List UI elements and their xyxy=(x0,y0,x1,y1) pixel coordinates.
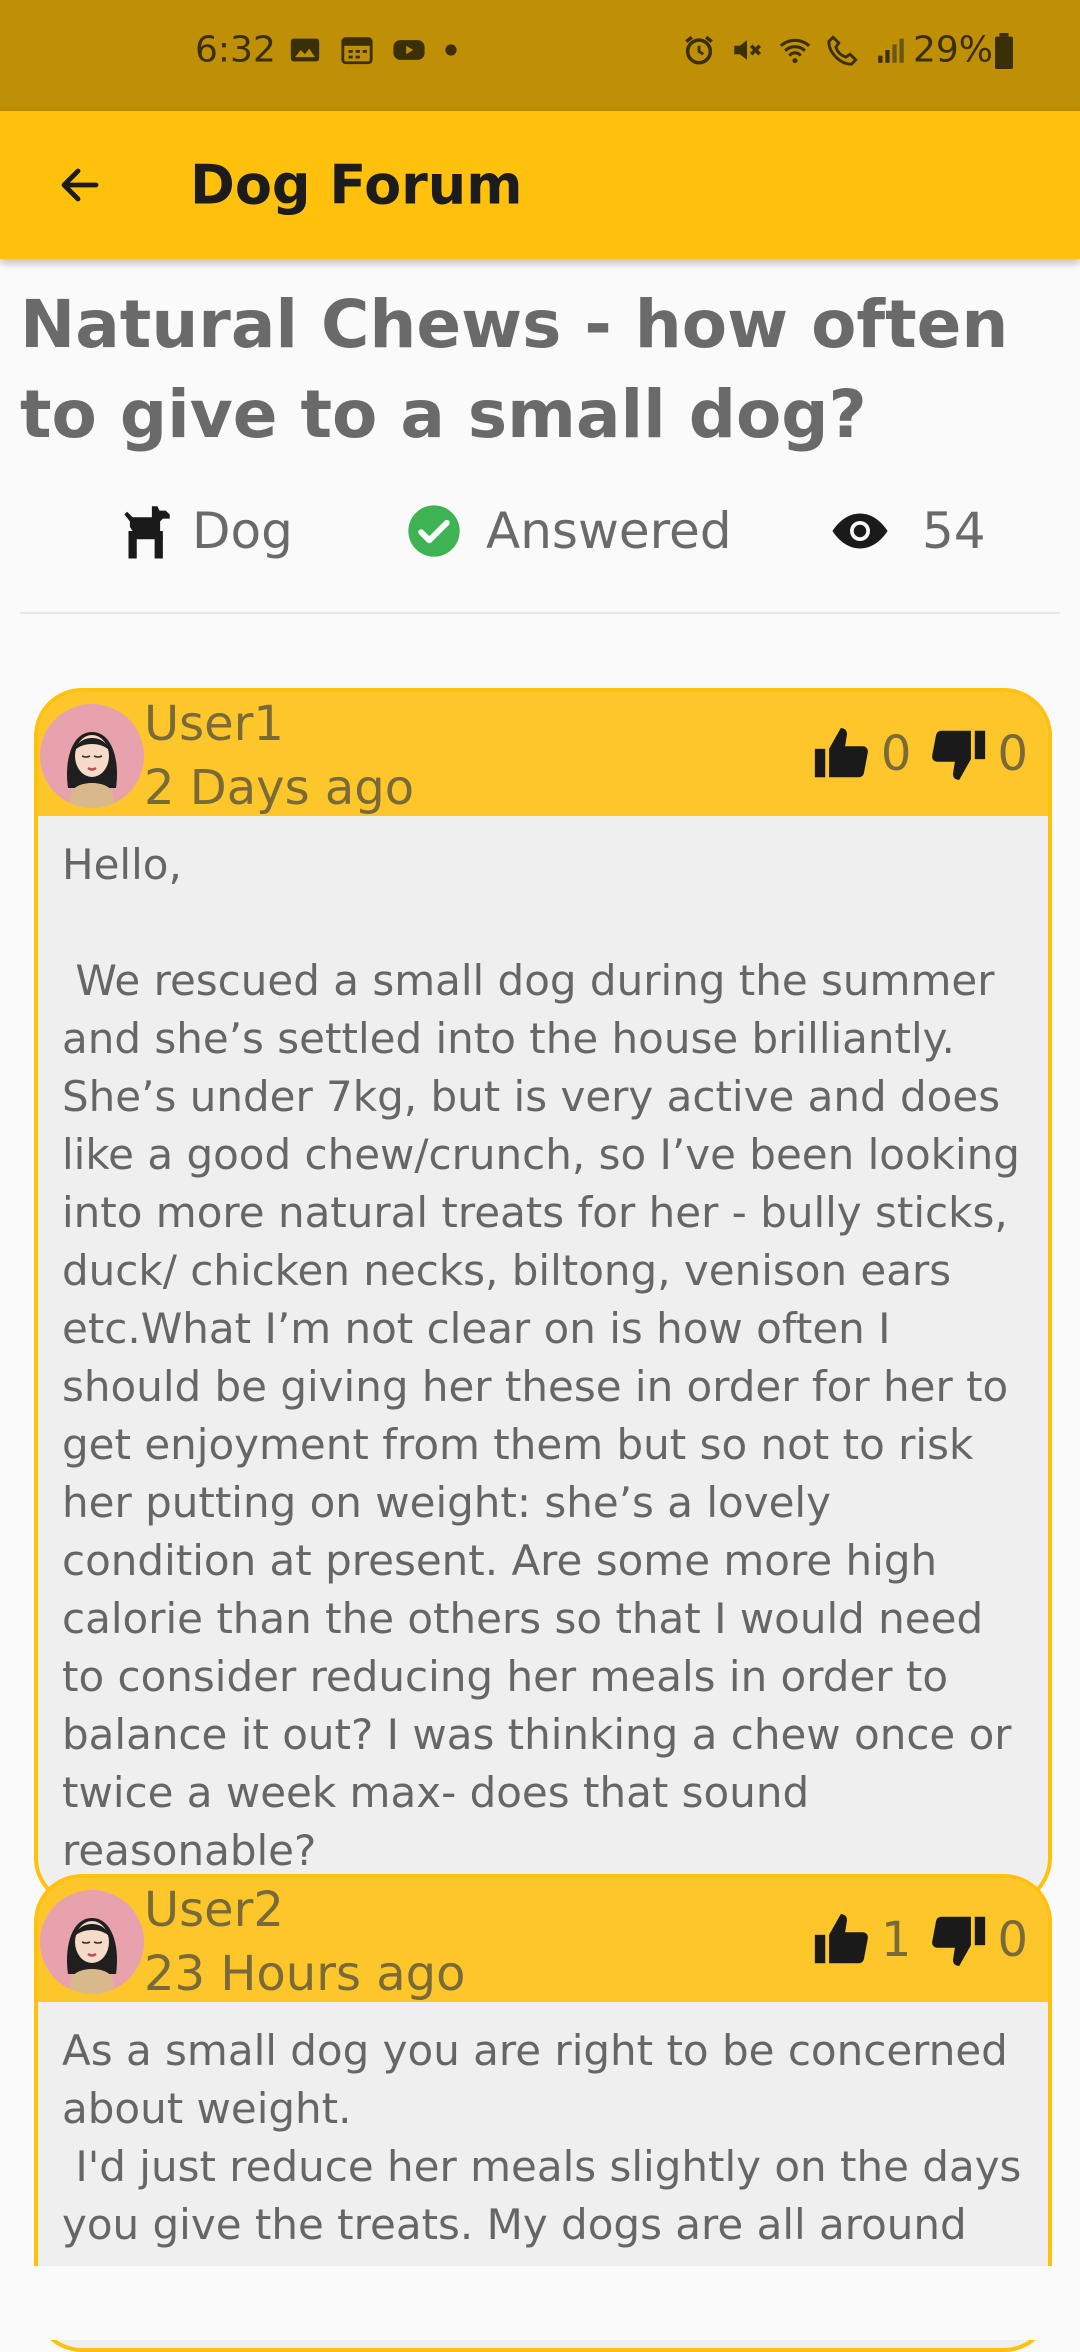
divider xyxy=(20,612,1060,614)
user-avatar-icon xyxy=(40,1890,144,1994)
category-tag: Dog xyxy=(112,495,293,567)
battery-icon xyxy=(995,33,1013,69)
status-label: Answered xyxy=(486,502,732,560)
reply-body: As a small dog you are right to be conce… xyxy=(62,2026,1022,2249)
username[interactable]: User2 xyxy=(144,1882,284,1938)
avatar[interactable] xyxy=(40,1890,144,1994)
thumbs-down-icon[interactable] xyxy=(927,1909,989,1971)
signal-icon xyxy=(878,38,904,63)
dot-icon xyxy=(445,44,457,56)
user-avatar-icon xyxy=(40,704,144,808)
reply-body: Hello, We rescued a small dog during the… xyxy=(62,840,1020,1875)
reply-header: User1 2 Days ago 0 0 xyxy=(38,692,1048,816)
status-time: 6:32 xyxy=(195,29,276,71)
app-bar: Dog Forum xyxy=(0,111,1080,259)
mute-icon xyxy=(734,40,762,60)
vote-controls: 0 0 xyxy=(811,722,1028,786)
post-title: Natural Chews - how often to give to a s… xyxy=(20,286,1009,453)
reply-time: 23 Hours ago xyxy=(144,1946,466,2002)
dislike-count: 0 xyxy=(997,726,1028,782)
wifi-icon xyxy=(779,38,811,64)
answered-status: Answered xyxy=(406,495,732,567)
check-circle-icon xyxy=(408,505,460,557)
status-bar: 6:32 29% xyxy=(0,0,1080,111)
arrow-left-icon xyxy=(61,168,99,202)
thumbs-down-icon[interactable] xyxy=(927,723,989,785)
image-icon xyxy=(290,38,320,62)
view-count-value: 54 xyxy=(922,502,986,560)
reply-card: User1 2 Days ago 0 0 Hello, We rescued a… xyxy=(34,688,1052,1906)
view-count: 54 xyxy=(830,495,986,567)
reply-time: 2 Days ago xyxy=(144,760,415,816)
reply-header: User2 23 Hours ago 1 0 xyxy=(38,1878,1048,2002)
thumbs-up-icon[interactable] xyxy=(811,1909,873,1971)
avatar[interactable] xyxy=(40,704,144,808)
thumbs-up-icon[interactable] xyxy=(811,723,873,785)
like-count: 1 xyxy=(880,1912,912,1968)
calendar-icon xyxy=(341,37,373,65)
vote-controls: 1 0 xyxy=(811,1908,1028,1972)
alarm-icon xyxy=(685,35,713,65)
username[interactable]: User1 xyxy=(144,696,284,752)
dislike-count: 0 xyxy=(997,1912,1028,1968)
eye-icon xyxy=(832,513,888,549)
category-label: Dog xyxy=(192,502,293,560)
bottom-spacer xyxy=(0,2266,1080,2340)
battery-level: 29% xyxy=(913,29,994,71)
like-count: 0 xyxy=(880,726,912,782)
dog-icon xyxy=(124,506,170,559)
youtube-icon xyxy=(393,40,425,60)
wifi-call-icon xyxy=(827,35,858,66)
app-title: Dog Forum xyxy=(190,153,523,217)
back-button[interactable] xyxy=(42,147,118,223)
post-meta: Dog Answered 54 xyxy=(0,495,1080,567)
